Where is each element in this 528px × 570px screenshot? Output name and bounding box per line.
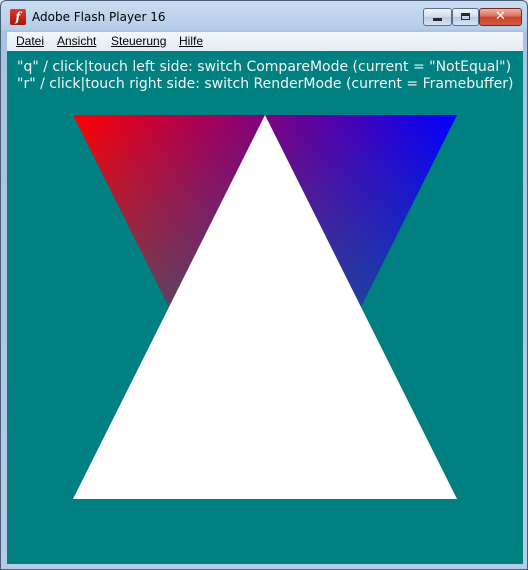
info-line-compare-mode: "q" / click|touch left side: switch Comp… xyxy=(17,59,512,75)
info-line-render-mode: "r" / click|touch right side: switch Ren… xyxy=(17,76,514,92)
minimize-icon xyxy=(433,18,442,21)
menu-ansicht[interactable]: Ansicht xyxy=(57,34,96,48)
menu-bar: Datei Ansicht Steuerung Hilfe xyxy=(7,32,523,51)
title-bar[interactable]: f Adobe Flash Player 16 ✕ xyxy=(1,1,527,31)
close-button[interactable]: ✕ xyxy=(479,8,522,26)
maximize-button[interactable] xyxy=(452,8,479,26)
app-window: f Adobe Flash Player 16 ✕ Datei Ansicht … xyxy=(0,0,528,570)
menu-datei[interactable]: Datei xyxy=(16,34,44,48)
menu-steuerung[interactable]: Steuerung xyxy=(111,34,166,48)
window-title: Adobe Flash Player 16 xyxy=(32,10,166,24)
close-icon: ✕ xyxy=(495,9,506,24)
flash-stage[interactable]: "q" / click|touch left side: switch Comp… xyxy=(7,51,523,564)
menu-hilfe[interactable]: Hilfe xyxy=(179,34,203,48)
flash-player-icon: f xyxy=(10,9,26,25)
triangle-scene xyxy=(73,115,457,499)
minimize-button[interactable] xyxy=(423,8,452,26)
maximize-icon xyxy=(461,13,470,20)
